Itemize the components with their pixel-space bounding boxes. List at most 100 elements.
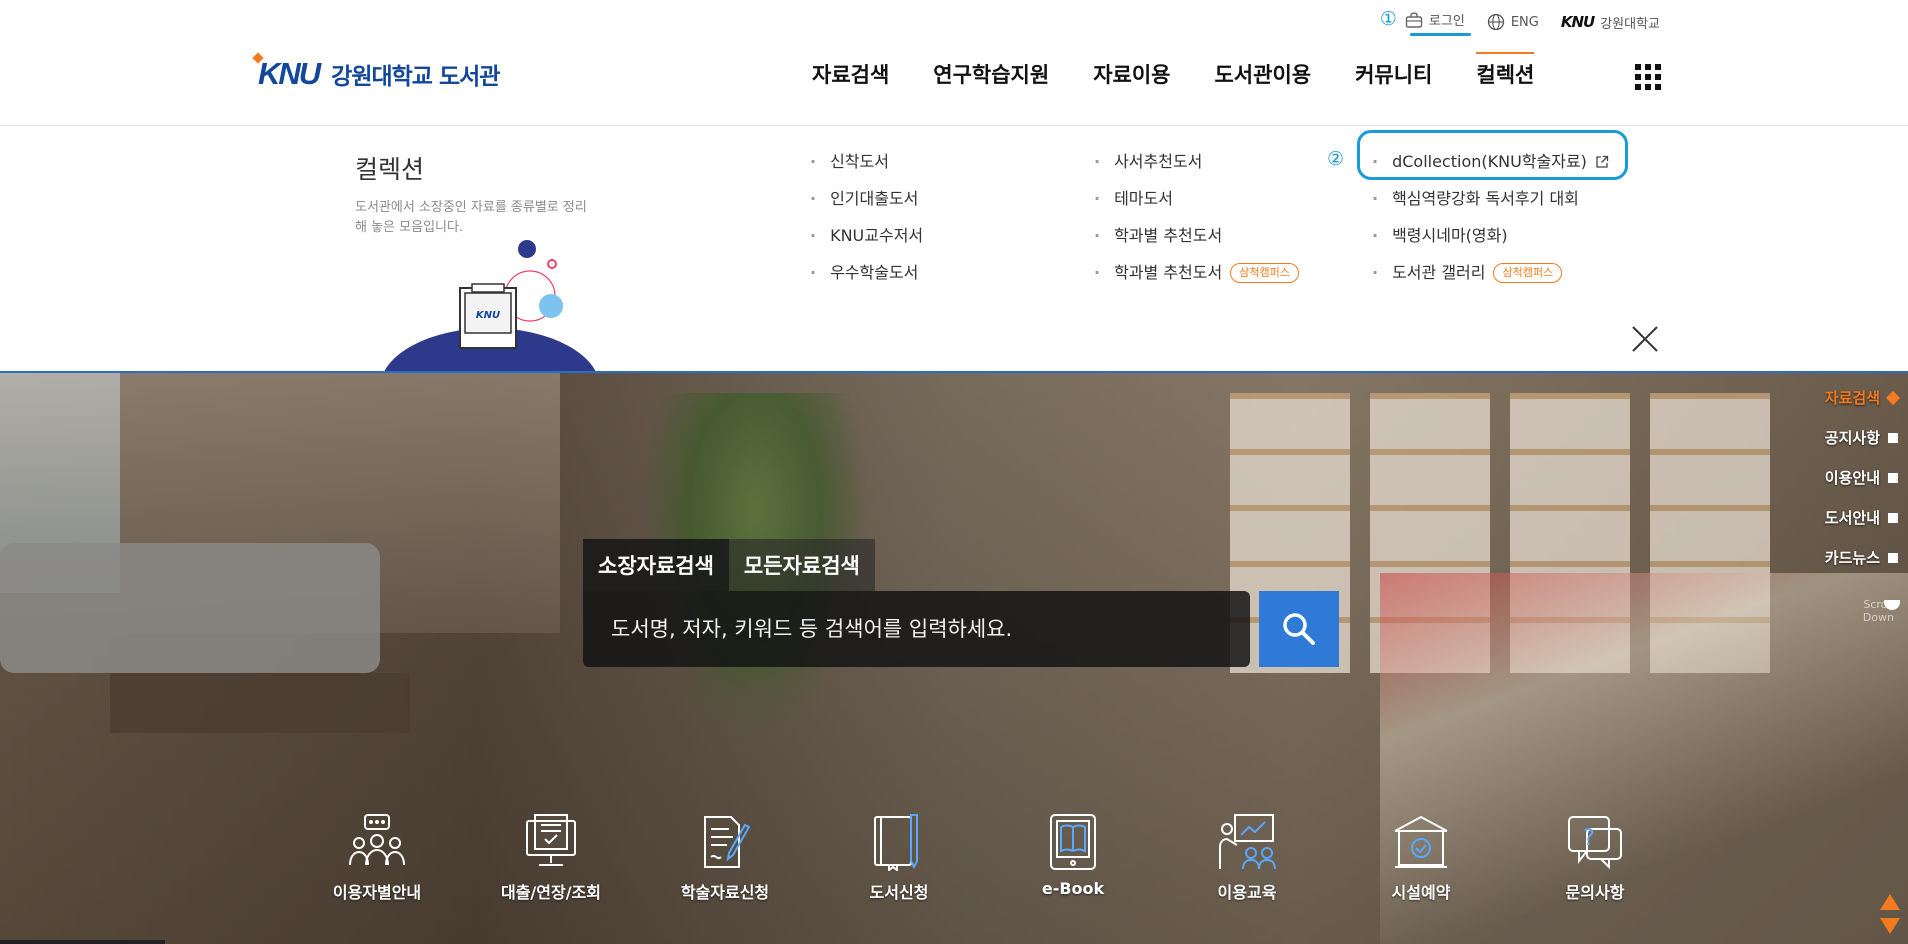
gnb-material-use[interactable]: 자료이용 (1093, 56, 1170, 94)
hero-background-table (110, 673, 410, 733)
side-item-books[interactable]: 도서안내 (1798, 506, 1908, 529)
hero-background-sofa (0, 543, 380, 673)
quick-label: 시설예약 (1391, 883, 1451, 902)
gnb-library-use[interactable]: 도서관이용 (1214, 56, 1311, 94)
knu-mini-logo: KNU (1560, 13, 1595, 31)
annotation-marker-1: ① (1379, 8, 1397, 30)
side-item-search[interactable]: 자료검색 (1798, 386, 1908, 409)
link-label: 도서관 갤러리 (1392, 263, 1486, 282)
ebook-icon (1050, 814, 1096, 870)
document-pen-icon (704, 816, 751, 868)
up-down-arrows-icon[interactable] (1878, 892, 1902, 936)
quick-label: 학술자료신청 (680, 883, 770, 902)
link-new-books[interactable]: 신착도서 (810, 150, 923, 174)
quick-facility-booking[interactable]: 시설예약 (1334, 813, 1508, 903)
link-label: 학과별 추천도서 (1114, 263, 1223, 282)
quick-user-guide[interactable]: 이용자별안내 (290, 813, 464, 903)
side-item-cardnews[interactable]: 카드뉴스 (1798, 546, 1908, 569)
bottom-progress-bar (0, 940, 165, 944)
university-label: 강원대학교 (1600, 16, 1660, 32)
scroll-down-hint[interactable]: Scroll Down (1862, 598, 1900, 624)
scroll-hint-line2: Down (1862, 611, 1894, 624)
university-link[interactable]: KNU 강원대학교 (1561, 13, 1660, 32)
utility-bar: ① 로그인 ENG KNU 강원대학교 (1379, 8, 1660, 36)
quick-inquiry[interactable]: ? 문의사항 (1508, 813, 1682, 903)
link-popular-books[interactable]: 인기대출도서 (810, 187, 923, 211)
loan-monitor-icon (526, 814, 576, 866)
education-icon (1219, 814, 1276, 870)
library-logo[interactable]: KNU 강원대학교 도서관 (258, 56, 500, 92)
quick-ebook[interactable]: e-Book (986, 813, 1160, 903)
link-baengnyeong-cinema[interactable]: 백령시네마(영화) (1372, 224, 1609, 248)
link-library-gallery[interactable]: 도서관 갤러리 삼척캠퍼스 (1372, 261, 1609, 285)
link-label: dCollection(KNU학술자료) (1392, 152, 1587, 171)
gnb-community[interactable]: 커뮤니티 (1355, 56, 1432, 94)
logo-text: 강원대학교 도서관 (331, 64, 500, 90)
link-excellent-academic-books[interactable]: 우수학술도서 (810, 261, 923, 285)
quick-label: 도서신청 (869, 883, 929, 902)
quick-loan[interactable]: 대출/연장/조회 (464, 813, 638, 903)
link-theme-books[interactable]: 테마도서 (1094, 187, 1299, 211)
dropdown-title: 컬렉션 (355, 155, 425, 184)
users-guide-icon (349, 814, 405, 866)
side-label: 자료검색 (1824, 389, 1880, 407)
tab-holdings-search[interactable]: 소장자료검색 (583, 539, 729, 591)
logo-mark: KNU (258, 56, 321, 91)
quick-education[interactable]: 이용교육 (1160, 813, 1334, 903)
side-label: 카드뉴스 (1824, 549, 1880, 567)
link-reading-contest[interactable]: 핵심역량강화 독서후기 대회 (1372, 187, 1609, 211)
link-dept-recommended-samcheok[interactable]: 학과별 추천도서 삼척캠퍼스 (1094, 261, 1299, 285)
language-eng-link[interactable]: ENG (1487, 13, 1539, 31)
link-knu-professor-books[interactable]: KNU교수저서 (810, 224, 923, 248)
dropdown-column-1: 신착도서 인기대출도서 KNU교수저서 우수학술도서 (810, 150, 923, 285)
lock-bag-icon (1405, 11, 1423, 28)
quick-book-request[interactable]: 도서신청 (812, 813, 986, 903)
tab-all-search[interactable]: 모든자료검색 (728, 539, 875, 591)
gnb-collection[interactable]: 컬렉션 (1476, 52, 1534, 94)
gnb-research-support[interactable]: 연구학습지원 (933, 56, 1049, 94)
globe-icon (1487, 13, 1504, 31)
quick-label: e-Book (1041, 879, 1105, 898)
eng-label: ENG (1510, 14, 1539, 30)
dropdown-description: 도서관에서 소장중인 자료를 종류별로 정리해 놓은 모음입니다. (355, 200, 587, 235)
close-icon[interactable] (1630, 324, 1660, 354)
quick-label: 문의사항 (1565, 883, 1625, 902)
side-label: 공지사항 (1824, 429, 1880, 447)
dropdown-column-3: dCollection(KNU학술자료) 핵심역량강화 독서후기 대회 백령시네… (1372, 150, 1609, 285)
search-bar (583, 591, 1339, 667)
square-icon (1888, 512, 1898, 523)
square-icon (1888, 432, 1898, 443)
search-panel: 소장자료검색 모든자료검색 (583, 539, 1339, 667)
side-item-guide[interactable]: 이용안내 (1798, 466, 1908, 489)
square-icon (1888, 552, 1898, 563)
side-item-notice[interactable]: 공지사항 (1798, 426, 1908, 449)
link-dcollection[interactable]: dCollection(KNU학술자료) (1372, 150, 1609, 174)
login-link[interactable]: 로그인 (1405, 10, 1465, 29)
quick-label: 이용자별안내 (332, 883, 422, 902)
illustration-knu-label: KNU (476, 310, 500, 321)
quick-menu: 이용자별안내 대출/연장/조회 학술자료신청 도서신청 e-Book 이용교육 … (290, 813, 1682, 903)
quick-academic-request[interactable]: 학술자료신청 (638, 813, 812, 903)
facility-icon (1394, 815, 1448, 868)
search-icon (1283, 613, 1315, 645)
hero-section: 소장자료검색 모든자료검색 이용자별안내 대출/연장/조회 학술자료신청 도서신… (0, 373, 1908, 944)
site-header: ① 로그인 ENG KNU 강원대학교 KNU 강원대학교 도서관 자료검색 연… (0, 0, 1908, 126)
search-tabs: 소장자료검색 모든자료검색 (583, 539, 1339, 591)
question-chat-icon: ? (1568, 816, 1622, 870)
link-dept-recommended[interactable]: 학과별 추천도서 (1094, 224, 1299, 248)
side-label: 이용안내 (1824, 469, 1880, 487)
samcheok-campus-badge: 삼척캠퍼스 (1493, 263, 1563, 283)
main-navigation: 자료검색 연구학습지원 자료이용 도서관이용 커뮤니티 컬렉션 (812, 52, 1534, 94)
book-pen-icon (874, 814, 918, 871)
active-diamond-icon (1885, 390, 1901, 405)
gnb-search[interactable]: 자료검색 (812, 56, 889, 94)
all-menu-grid-icon[interactable] (1635, 64, 1661, 90)
quick-label: 이용교육 (1217, 883, 1277, 902)
search-input[interactable] (583, 591, 1250, 667)
square-icon (1888, 472, 1898, 483)
svg-text:?: ? (1583, 826, 1595, 851)
link-librarian-picks[interactable]: 사서추천도서 (1094, 150, 1299, 174)
search-button[interactable] (1259, 591, 1339, 667)
side-navigation: 자료검색 공지사항 이용안내 도서안내 카드뉴스 (1798, 386, 1908, 569)
annotation-marker-2: ② (1327, 148, 1345, 170)
